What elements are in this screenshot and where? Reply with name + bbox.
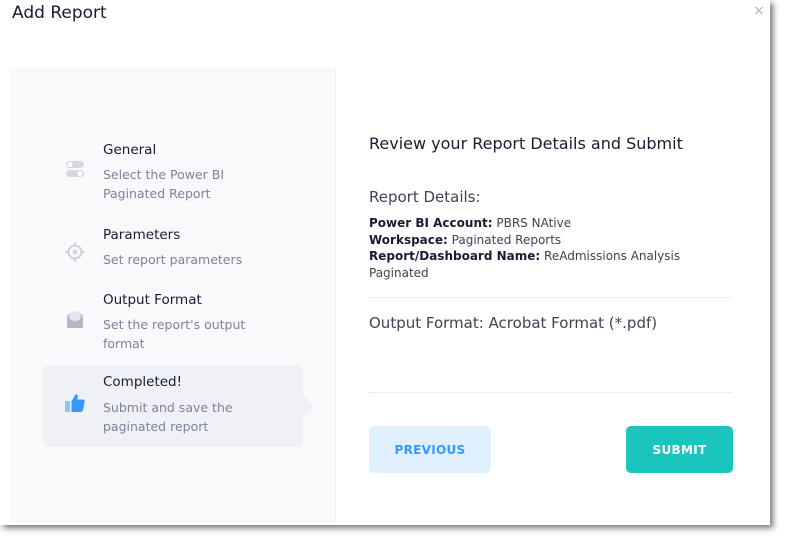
step-description: Set the report's output format: [103, 317, 246, 351]
step-title: Parameters: [103, 227, 181, 243]
dialog-title: Add Report: [12, 3, 107, 23]
previous-button[interactable]: PREVIOUS: [369, 426, 491, 473]
workspace-row: Workspace: Paginated Reports: [369, 232, 734, 249]
dialog-body: General Select the Power BI Paginated Re…: [10, 68, 768, 523]
workspace-label: Workspace:: [369, 232, 448, 247]
report-name-label: Report/Dashboard Name:: [369, 249, 541, 263]
workspace-value: Paginated Reports: [451, 232, 562, 247]
step-parameters[interactable]: Parameters Set report parameters: [43, 225, 303, 271]
report-details-heading: Report Details:: [369, 188, 481, 206]
account-value: PBRS NAtive: [496, 216, 572, 230]
wizard-steps-panel: General Select the Power BI Paginated Re…: [10, 68, 335, 523]
section-divider: [369, 392, 733, 393]
step-completed[interactable]: Completed! Submit and save the paginated…: [43, 365, 314, 447]
target-icon: [65, 242, 85, 262]
step-title: Completed!: [103, 374, 183, 390]
step-description: Set report parameters: [103, 252, 243, 267]
toggle-icon: [65, 159, 85, 179]
thumbs-up-icon: [64, 393, 85, 413]
envelope-icon: [65, 310, 85, 330]
step-general[interactable]: General Select the Power BI Paginated Re…: [43, 140, 303, 206]
section-divider: [369, 297, 733, 298]
account-label: Power BI Account:: [369, 216, 493, 230]
review-heading: Review your Report Details and Submit: [369, 134, 683, 153]
step-description: Submit and save the paginated report: [103, 400, 233, 434]
close-icon[interactable]: ×: [752, 4, 766, 18]
panel-divider: [335, 68, 336, 523]
report-details: Power BI Account: PBRS NAtive Workspace:…: [369, 215, 734, 281]
submit-button[interactable]: SUBMIT: [626, 426, 733, 473]
step-title: General: [103, 142, 157, 158]
add-report-dialog: Add Report × General Select the Power BI…: [0, 0, 770, 525]
step-output-format[interactable]: Output Format Set the report's output fo…: [43, 290, 303, 356]
account-row: Power BI Account: PBRS NAtive: [369, 215, 734, 232]
output-format-summary: Output Format: Acrobat Format (*.pdf): [369, 314, 658, 332]
step-description: Select the Power BI Paginated Report: [103, 167, 225, 201]
step-title: Output Format: [103, 292, 202, 308]
report-name-row: Report/Dashboard Name: ReAdmissions Anal…: [369, 248, 734, 281]
